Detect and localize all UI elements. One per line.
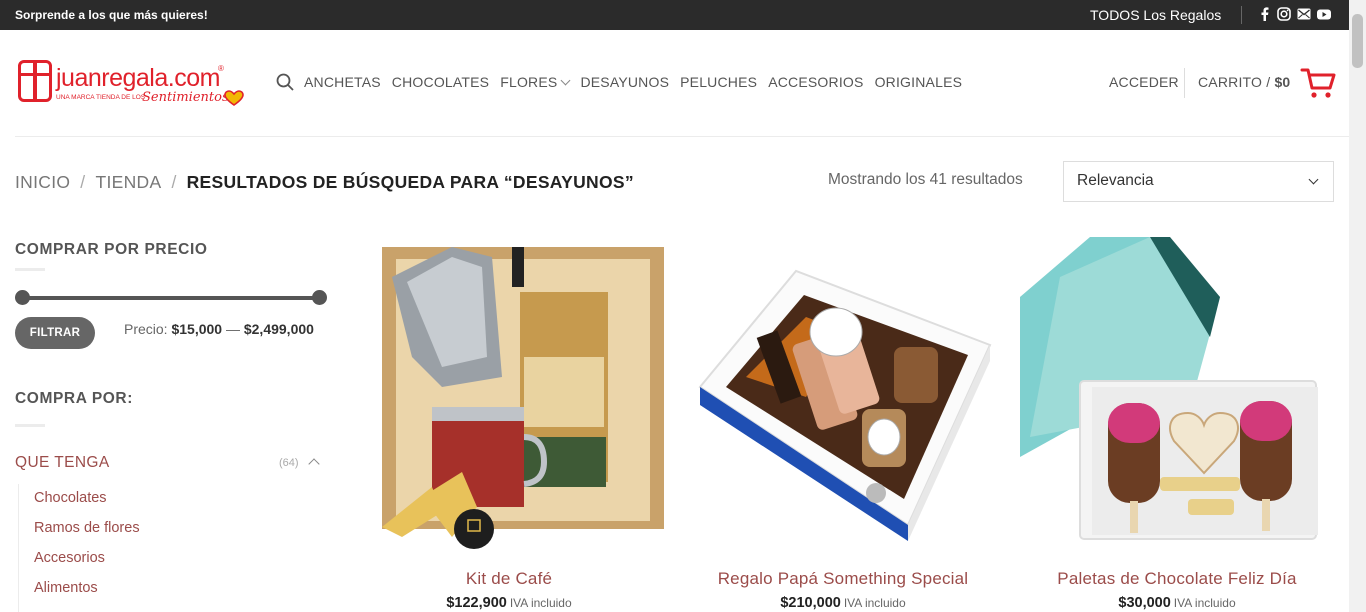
product-price-value: $210,000 (780, 595, 841, 611)
logo-wordmark: juanregala.com (56, 64, 220, 92)
product-price: $210,000 IVA incluido (686, 594, 1000, 611)
subcategory-rule (18, 484, 19, 612)
sort-select[interactable]: Relevancia (1063, 161, 1334, 202)
results-count: Mostrando los 41 resultados (828, 171, 1023, 188)
topbar-divider (1241, 6, 1242, 24)
site-logo[interactable]: juanregala.com ® UNA MARCA TIENDA DE LOS… (18, 58, 248, 108)
product-price: $122,900 IVA incluido (352, 594, 666, 611)
cart-link[interactable]: CARRITO / $0 (1198, 74, 1290, 90)
header-divider-line (15, 136, 1351, 137)
price-slider-min-handle[interactable] (15, 290, 30, 305)
logo-registered-mark: ® (218, 64, 224, 73)
breadcrumb-divider: / (171, 172, 177, 192)
header-divider (1184, 68, 1185, 98)
product-tax-label: IVA incluido (1173, 596, 1236, 610)
logo-tagline-script: Sentimientos (142, 90, 229, 105)
subcategory-accesorios[interactable]: Accesorios (34, 550, 105, 566)
nav-item-chocolates[interactable]: CHOCOLATES (392, 74, 489, 90)
price-range-label: Precio: $15,000 — $2,499,000 (124, 321, 314, 337)
breadcrumb-shop[interactable]: TIENDA (95, 172, 161, 192)
cart-total: $0 (1274, 74, 1291, 90)
heading-underline (15, 268, 45, 271)
nav-item-flores[interactable]: FLORES (500, 74, 571, 90)
product-card[interactable]: Regalo Papá Something Special $210,000 IV… (686, 237, 1000, 611)
facebook-icon[interactable] (1257, 7, 1271, 21)
price-filter-heading: COMPRAR POR PRECIO (15, 241, 208, 258)
price-slider-max-handle[interactable] (312, 290, 327, 305)
instagram-icon[interactable] (1277, 7, 1291, 21)
breadcrumb-divider: / (80, 172, 86, 192)
product-card[interactable]: Kit de Café $122,900 IVA incluido (352, 237, 666, 611)
subcategory-ramos-de-flores[interactable]: Ramos de flores (34, 520, 140, 536)
sort-selected-value: Relevancia (1077, 172, 1154, 189)
search-icon[interactable] (276, 73, 294, 91)
logo-tagline: UNA MARCA TIENDA DE LOS (56, 94, 146, 101)
product-image[interactable] (686, 237, 1000, 551)
product-tax-label: IVA incluido (843, 596, 906, 610)
product-name[interactable]: Kit de Café (352, 569, 666, 589)
product-tax-label: IVA incluido (509, 596, 572, 610)
product-card[interactable]: Paletas de Chocolate Feliz Día $30,000 IV… (1020, 237, 1334, 611)
subcategory-chocolates[interactable]: Chocolates (34, 490, 107, 506)
cart-icon[interactable] (1300, 66, 1336, 100)
price-slider-track[interactable] (22, 296, 320, 300)
nav-item-originales[interactable]: ORIGINALES (875, 74, 963, 90)
scrollbar-thumb[interactable] (1352, 14, 1363, 68)
top-bar: Sorprende a los que más quieres! TODOS L… (0, 0, 1366, 30)
email-icon[interactable] (1297, 7, 1311, 21)
product-name[interactable]: Regalo Papá Something Special (686, 569, 1000, 589)
chevron-down-icon (1308, 174, 1319, 185)
heart-icon (224, 90, 244, 106)
category-count: (64) (279, 457, 299, 469)
gift-logo-icon (18, 60, 52, 102)
nav-item-accesorios[interactable]: ACCESORIOS (768, 74, 863, 90)
filter-button[interactable]: FILTRAR (15, 317, 95, 349)
main-nav: ANCHETAS CHOCOLATES FLORES DESAYUNOS PEL… (304, 74, 973, 90)
product-name[interactable]: Paletas de Chocolate Feliz Día (1020, 569, 1334, 589)
nav-item-anchetas[interactable]: ANCHETAS (304, 74, 381, 90)
chevron-up-icon[interactable] (308, 458, 320, 470)
page-title: RESULTADOS DE BÚSQUEDA PARA “DESAYUNOS” (186, 172, 634, 192)
cart-label: CARRITO (1198, 74, 1263, 90)
price-prefix: Precio: (124, 321, 168, 337)
all-gifts-link[interactable]: TODOS Los Regalos (1090, 7, 1221, 23)
nav-item-flores-label: FLORES (500, 74, 558, 90)
price-max: $2,499,000 (243, 321, 314, 337)
product-price-value: $30,000 (1118, 595, 1171, 611)
price-min: $15,000 (171, 321, 223, 337)
page-scrollbar[interactable] (1349, 0, 1366, 612)
browse-heading: COMPRA POR: (15, 390, 133, 407)
login-link[interactable]: ACCEDER (1109, 74, 1179, 90)
breadcrumb-home[interactable]: INICIO (15, 172, 70, 192)
cart-separator: / (1266, 74, 1271, 90)
price-dash: — (225, 321, 240, 337)
chevron-down-icon (561, 75, 571, 85)
product-price-value: $122,900 (446, 595, 507, 611)
youtube-icon[interactable] (1317, 7, 1331, 21)
product-image[interactable] (352, 237, 666, 551)
promo-text: Sorprende a los que más quieres! (15, 8, 208, 22)
category-que-tenga[interactable]: QUE TENGA (15, 454, 110, 472)
subcategory-alimentos[interactable]: Alimentos (34, 580, 98, 596)
breadcrumb: INICIO / TIENDA / RESULTADOS DE BÚSQUEDA PAR… (15, 172, 634, 193)
heading-underline (15, 424, 45, 427)
nav-item-peluches[interactable]: PELUCHES (680, 74, 757, 90)
product-price: $30,000 IVA incluido (1020, 594, 1334, 611)
product-image[interactable] (1020, 237, 1334, 551)
nav-item-desayunos[interactable]: DESAYUNOS (580, 74, 669, 90)
